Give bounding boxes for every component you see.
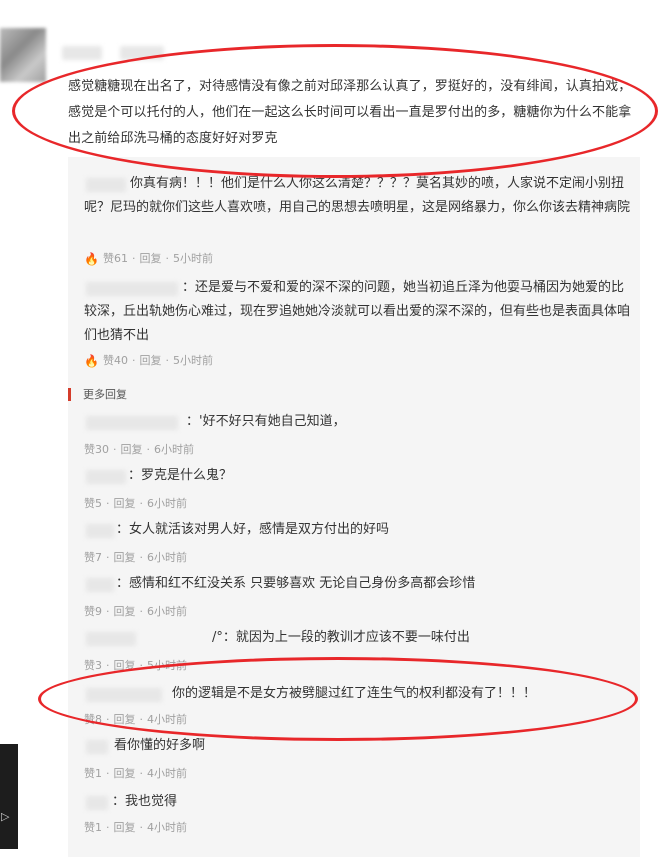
fire-icon: 🔥 xyxy=(84,354,99,368)
reply-button[interactable]: 回复 xyxy=(139,251,161,267)
reply-button[interactable]: 回复 xyxy=(114,712,136,728)
like-button[interactable]: 赞40 xyxy=(103,353,128,369)
reply-meta: 🔥 赞40 · 回复 · 5小时前 xyxy=(84,353,213,369)
reply-text: ：女人就活该对男人好，感情是双方付出的好吗 xyxy=(116,522,390,537)
like-button[interactable]: 赞61 xyxy=(103,251,128,267)
reply-username[interactable] xyxy=(86,416,178,430)
reply-username[interactable] xyxy=(86,524,114,538)
reply-time: 6小时前 xyxy=(147,497,187,510)
main-comment-text: 感觉糖糖现在出名了，对待感情没有像之前对邱泽那么认真了，罗挺好的，没有绯闻，认真… xyxy=(68,79,632,146)
reply-text: ：感情和红不红没关系 只要够喜欢 无论自己身份多高都会珍惜 xyxy=(116,576,476,591)
more-replies-label: 更多回复 xyxy=(83,388,127,401)
reply-text: ：'好不好只有她自己知道， xyxy=(186,414,346,429)
reply-text: 看你懂的好多啊 xyxy=(114,738,206,753)
reply-text: /°：就因为上一段的教训才应该不要一味付出 xyxy=(212,630,470,645)
reply-button[interactable]: 回复 xyxy=(139,353,161,369)
reply-meta: 赞3 · 回复 · 5小时前 xyxy=(84,658,187,674)
reply-meta: 🔥 赞61 · 回复 · 5小时前 xyxy=(84,251,213,267)
reply-text: ：我也觉得 xyxy=(112,794,178,809)
reply-button[interactable]: 回复 xyxy=(121,442,143,458)
like-button[interactable]: 赞7 xyxy=(84,550,102,566)
reply-text: 你的逻辑是不是女方被劈腿过红了连生气的权利都没有了！！！ xyxy=(172,686,537,701)
reply-username[interactable] xyxy=(86,688,162,702)
reply-button[interactable]: 回复 xyxy=(114,604,136,620)
reply-meta: 赞9 · 回复 · 6小时前 xyxy=(84,604,187,620)
reply-time: 4小时前 xyxy=(147,767,187,780)
like-button[interactable]: 赞8 xyxy=(84,712,102,728)
like-button[interactable]: 赞1 xyxy=(84,766,102,782)
like-button[interactable]: 赞5 xyxy=(84,496,102,512)
reply-meta: 赞7 · 回复 · 6小时前 xyxy=(84,550,187,566)
like-button[interactable]: 赞1 xyxy=(84,820,102,836)
reply-button[interactable]: 回复 xyxy=(114,820,136,836)
reply-meta: 赞8 · 回复 · 4小时前 xyxy=(84,712,187,728)
reply-username[interactable] xyxy=(86,632,136,646)
reply-button[interactable]: 回复 xyxy=(114,550,136,566)
reply-button[interactable]: 回复 xyxy=(114,496,136,512)
reply-meta: 赞1 · 回复 · 4小时前 xyxy=(84,766,187,782)
reply-time: 6小时前 xyxy=(154,443,194,456)
reply-meta: 赞5 · 回复 · 6小时前 xyxy=(84,496,187,512)
reply-text: ：还是爱与不爱和爱的深不深的问题，她当初追丘泽为他耍马桶因为她爱的比较深，丘出轨… xyxy=(84,280,631,343)
reply-time: 5小时前 xyxy=(172,252,213,265)
video-icon: ▷ xyxy=(1,810,10,823)
reply-meta: 赞30 · 回复 · 6小时前 xyxy=(84,442,194,458)
reply-time: 6小时前 xyxy=(147,605,187,618)
like-button[interactable]: 赞30 xyxy=(84,442,109,458)
like-button[interactable]: 赞3 xyxy=(84,658,102,674)
reply-text: 你真有病！！！他们是什么人你这么清楚？？？？莫名其妙的喷，人家说不定闹小别扭呢？… xyxy=(84,176,631,215)
fire-icon: 🔥 xyxy=(84,252,99,266)
reply-time: 4小时前 xyxy=(147,713,187,726)
commenter-name[interactable] xyxy=(62,46,102,60)
reply-button[interactable]: 回复 xyxy=(114,658,136,674)
video-thumbnail[interactable]: ▷ xyxy=(0,744,18,849)
reply-time: 5小时前 xyxy=(172,354,213,367)
reply-time: 6小时前 xyxy=(147,551,187,564)
commenter-info xyxy=(120,46,164,60)
section-marker xyxy=(68,387,71,401)
more-replies-header[interactable]: 更多回复 xyxy=(68,386,127,402)
like-button[interactable]: 赞9 xyxy=(84,604,102,620)
reply-time: 4小时前 xyxy=(147,821,187,834)
reply-button[interactable]: 回复 xyxy=(114,766,136,782)
reply-username[interactable] xyxy=(86,740,108,754)
reply-time: 5小时前 xyxy=(147,659,187,672)
reply-username[interactable] xyxy=(86,578,114,592)
reply-meta: 赞1 · 回复 · 4小时前 xyxy=(84,820,187,836)
reply-username[interactable] xyxy=(86,470,126,484)
avatar[interactable] xyxy=(0,28,46,82)
reply-text: ：罗克是什么鬼？ xyxy=(128,468,233,483)
reply-username[interactable] xyxy=(86,796,108,810)
